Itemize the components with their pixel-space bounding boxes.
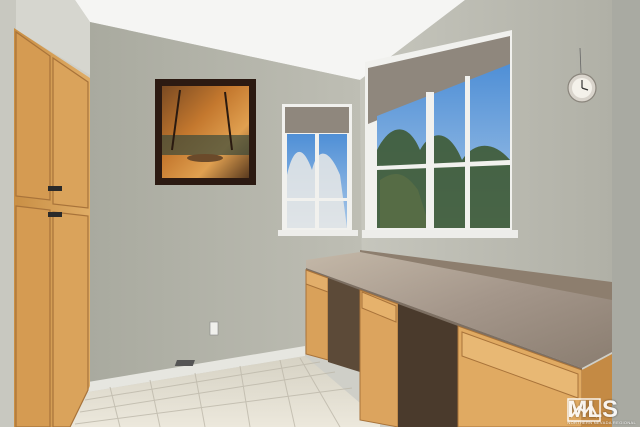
lower-cabinet-door-right [52, 211, 89, 427]
left-edge-wall [0, 0, 16, 427]
lower-cabinet-door-left [15, 205, 51, 427]
mls-watermark: MLS NORTHERN NEVADA REGIONAL [567, 397, 636, 424]
room-photo: MLS NORTHERN NEVADA REGIONAL [0, 0, 640, 427]
upper-cabinet-door-left [15, 30, 51, 201]
window-small-sill [278, 230, 358, 236]
window-large-sill [362, 230, 518, 238]
floor-vent [174, 360, 195, 366]
window-large [362, 30, 518, 238]
mls-logo-icon [567, 398, 602, 422]
knee-space-left [328, 278, 360, 372]
window-small [282, 104, 352, 234]
framed-painting [155, 79, 256, 185]
cabinet-hinge-lower [48, 212, 62, 217]
upper-cabinet-door-right [52, 56, 89, 209]
wall-outlet [209, 321, 219, 336]
right-edge-wall [612, 0, 640, 427]
window-small-shade [285, 107, 349, 133]
cabinet-hinge-upper [48, 186, 62, 191]
room-illustration [0, 0, 640, 427]
